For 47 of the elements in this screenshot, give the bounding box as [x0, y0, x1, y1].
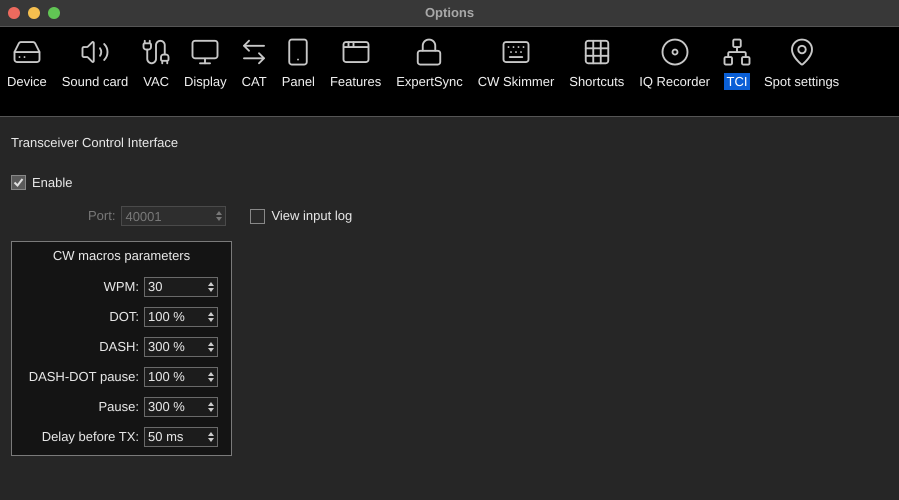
field-label: DOT:	[109, 308, 139, 326]
spin-box[interactable]: 300 %	[144, 336, 218, 356]
toolbar-tab[interactable]: Display	[181, 37, 230, 90]
toolbar-tab[interactable]: CW Skimmer	[474, 37, 558, 90]
network-icon	[722, 37, 752, 67]
toolbar-tab[interactable]: Device	[4, 37, 50, 90]
toolbar-tab[interactable]: Panel	[278, 37, 318, 90]
stepper-icon	[207, 400, 215, 412]
field-label: DASH-DOT pause:	[28, 368, 139, 386]
minimize-button[interactable]	[28, 7, 40, 19]
stepper-icon	[207, 370, 215, 382]
spin-box[interactable]: 50 ms	[144, 426, 218, 446]
field-label: Delay before TX:	[42, 428, 139, 446]
toolbar-tab[interactable]: Features	[326, 37, 384, 90]
toolbar-tab[interactable]: TCI	[722, 37, 752, 90]
field-label: Port:	[88, 207, 116, 226]
toolbar-tab[interactable]: IQ Recorder	[636, 37, 714, 90]
field-label: Pause:	[98, 398, 139, 416]
stepper-icon	[207, 430, 215, 442]
toolbar-tab[interactable]: Spot settings	[761, 37, 842, 90]
zoom-button[interactable]	[48, 7, 60, 19]
toolbar-tab[interactable]: VAC	[140, 37, 172, 90]
cable-icon	[141, 37, 172, 67]
group-title: CW macros parameters	[52, 247, 190, 265]
disc-icon	[660, 37, 690, 67]
toolbar-tab[interactable]: Sound card	[58, 37, 132, 90]
checkbox[interactable]	[250, 208, 266, 224]
close-button[interactable]	[8, 7, 20, 19]
field-label: WPM:	[104, 278, 139, 296]
spin-box[interactable]: 100 %	[144, 306, 218, 326]
monitor-icon	[190, 37, 220, 67]
checkbox-label: View input log	[271, 207, 352, 226]
toolbar-tab[interactable]: ExpertSync	[393, 37, 466, 90]
stepper-icon	[215, 210, 224, 222]
spin-box[interactable]: 300 %	[144, 396, 218, 416]
checkbox[interactable]	[11, 174, 26, 190]
stepper-icon	[207, 310, 215, 322]
spin-box[interactable]: 30	[144, 276, 218, 296]
window-title: Options	[424, 4, 474, 22]
field-label: DASH:	[99, 338, 139, 356]
stepper-icon	[207, 340, 215, 352]
toolbar-tab[interactable]: CAT	[238, 37, 270, 90]
stepper-icon	[207, 280, 215, 292]
toolbar-tab[interactable]: Shortcuts	[566, 37, 628, 90]
checkbox-label: Enable	[32, 174, 72, 192]
spin-box[interactable]: 100 %	[144, 366, 218, 386]
section-title: Transceiver Control Interface	[11, 134, 180, 152]
